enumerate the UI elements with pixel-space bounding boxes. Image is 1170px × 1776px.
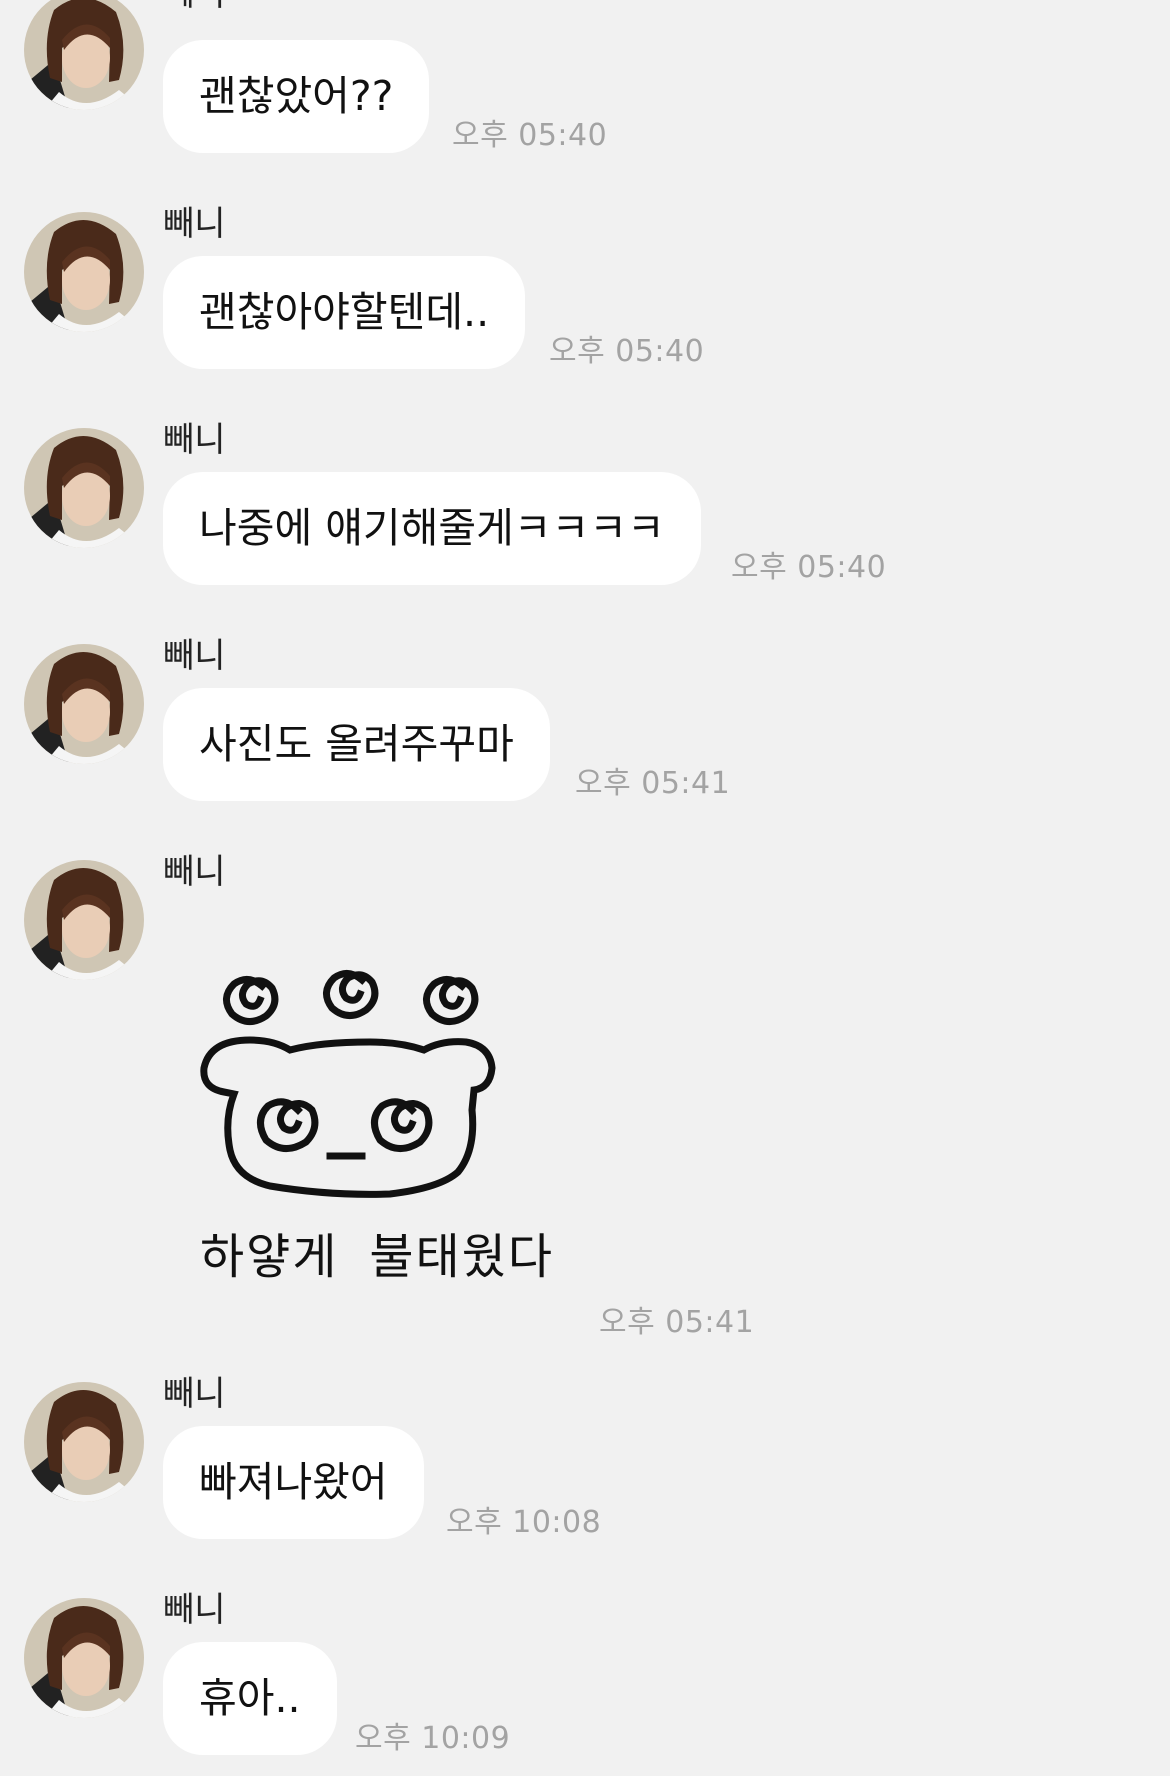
timestamp: 오후 05:41 <box>599 1305 755 1340</box>
avatar[interactable] <box>24 0 144 110</box>
profile-photo-icon <box>24 860 144 980</box>
chat-thread: 빼니 괜찮았어?? 오후 05:40 빼니 괜찮아야할텐데.. 오후 05:40 <box>0 0 1170 1776</box>
sender-name: 빼니 <box>163 1590 226 1630</box>
sender-name: 빼니 <box>163 204 226 244</box>
message-bubble[interactable]: 빠져나왔어 <box>163 1426 424 1539</box>
avatar[interactable] <box>24 428 144 548</box>
avatar[interactable] <box>24 212 144 332</box>
sticker-caption: 하얗게 불태웠다 <box>200 1229 555 1285</box>
sender-name: 빼니 <box>163 1374 226 1414</box>
profile-photo-icon <box>24 1598 144 1718</box>
timestamp: 오후 10:08 <box>446 1505 602 1540</box>
message-bubble[interactable]: 나중에 얘기해줄게ㅋㅋㅋㅋ <box>163 472 701 585</box>
sender-name: 빼니 <box>163 420 226 460</box>
timestamp: 오후 05:40 <box>549 334 705 369</box>
sender-name: 빼니 <box>163 0 226 14</box>
timestamp: 오후 10:09 <box>355 1721 511 1756</box>
timestamp: 오후 05:40 <box>731 550 887 585</box>
message-bubble[interactable]: 괜찮아야할텐데.. <box>163 256 526 369</box>
message-bubble[interactable]: 휴아.. <box>163 1642 337 1755</box>
avatar[interactable] <box>24 1382 144 1502</box>
profile-photo-icon <box>24 0 144 110</box>
profile-photo-icon <box>24 644 144 764</box>
sender-name: 빼니 <box>163 852 226 892</box>
sender-name: 빼니 <box>163 636 226 676</box>
avatar[interactable] <box>24 860 144 980</box>
avatar[interactable] <box>24 644 144 764</box>
profile-photo-icon <box>24 1382 144 1502</box>
avatar[interactable] <box>24 1598 144 1718</box>
profile-photo-icon <box>24 212 144 332</box>
profile-photo-icon <box>24 428 144 548</box>
message-bubble[interactable]: 괜찮았어?? <box>163 40 430 153</box>
timestamp: 오후 05:41 <box>575 766 731 801</box>
timestamp: 오후 05:40 <box>452 118 608 153</box>
message-bubble[interactable]: 사진도 올려주꾸마 <box>163 688 550 801</box>
